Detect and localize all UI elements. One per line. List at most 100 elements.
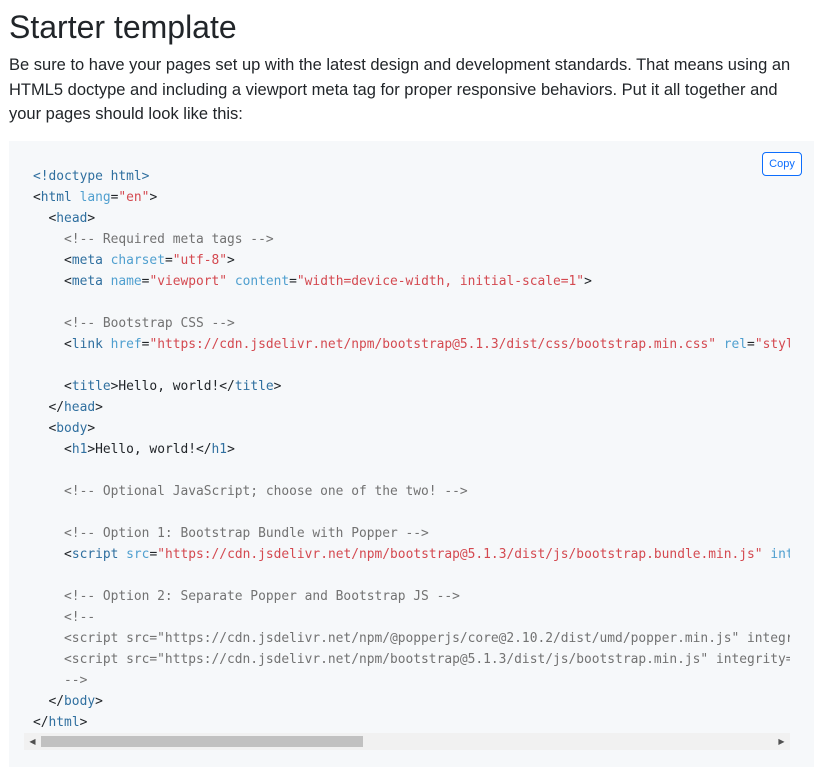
code-line: --> xyxy=(33,670,790,691)
code-token: < xyxy=(33,379,72,394)
code-line: </body> xyxy=(33,691,790,712)
code-line: <script src="https://cdn.jsdelivr.net/np… xyxy=(33,649,790,670)
code-line: <meta name="viewport" content="width=dev… xyxy=(33,271,790,292)
code-token: body xyxy=(64,694,96,709)
code-token: = xyxy=(289,274,297,289)
code-token: meta xyxy=(71,274,103,289)
code-line: <!-- Optional JavaScript; choose one of … xyxy=(33,481,790,502)
code-token: </ xyxy=(33,694,65,709)
code-token: "width=device-width, initial-scale=1" xyxy=(296,274,585,289)
code-line: <!-- Option 1: Bootstrap Bundle with Pop… xyxy=(33,523,790,544)
code-line: <!-- Required meta tags --> xyxy=(33,229,790,250)
code-token: <!-- Option 1: Bootstrap Bundle with Pop… xyxy=(33,526,429,541)
code-token: link xyxy=(71,337,103,352)
code-token: <!-- Optional JavaScript; choose one of … xyxy=(33,484,468,499)
code-token: h1 xyxy=(71,442,88,457)
code-token: integrity xyxy=(770,547,790,562)
code-token: body xyxy=(56,421,88,436)
code-token: "viewport" xyxy=(149,274,228,289)
code-token: < xyxy=(33,421,57,436)
code-token: <!doctype html> xyxy=(33,169,150,184)
code-token: "https://cdn.jsdelivr.net/npm/bootstrap@… xyxy=(149,337,716,352)
code-token: html xyxy=(48,715,80,730)
code-token: > xyxy=(584,274,592,289)
horizontal-scrollbar[interactable]: ◀ ▶ xyxy=(24,733,790,750)
code-token: > xyxy=(227,253,235,268)
code-token: --> xyxy=(33,673,88,688)
code-token: > xyxy=(95,400,103,415)
code-token: h1 xyxy=(211,442,228,457)
code-token: title xyxy=(234,379,274,394)
code-token: > xyxy=(273,379,282,394)
code-line: <script src="https://cdn.jsdelivr.net/np… xyxy=(33,544,790,565)
scroll-left-icon[interactable]: ◀ xyxy=(24,733,41,750)
scroll-right-icon[interactable]: ▶ xyxy=(773,733,790,750)
code-token: charset xyxy=(110,253,165,268)
code-line: </html> xyxy=(33,712,790,733)
code-token: > xyxy=(87,421,96,436)
code-scroll-area[interactable]: <!doctype html> <html lang="en"> <head> <… xyxy=(33,166,790,736)
code-line: <link href = "https://cdn.jsdelivr.net/npm… xyxy=(33,334,790,355)
code-token: content xyxy=(234,274,290,289)
code-token: > xyxy=(227,442,235,457)
code-token: = xyxy=(747,337,755,352)
code-token: html xyxy=(40,190,72,205)
code-token: </ xyxy=(33,400,65,415)
code-token: < xyxy=(33,442,72,457)
code-token: head xyxy=(56,211,88,226)
code-token: > xyxy=(149,190,158,205)
code-token: > xyxy=(95,694,103,709)
page-title: Starter template xyxy=(9,9,237,45)
code-line: <!-- Bootstrap CSS --> xyxy=(33,313,790,334)
code-token: "utf-8" xyxy=(172,253,228,268)
code-token: >Hello, world!</ xyxy=(87,442,212,457)
code-line: <title>Hello, world!</title> xyxy=(33,376,790,397)
code-token: </ xyxy=(33,715,49,730)
code-token: < xyxy=(33,253,72,268)
code-line: </head> xyxy=(33,397,790,418)
code-block: Copy <!doctype html> <html lang="en"> <he… xyxy=(9,141,814,767)
code-token: <script src="https://cdn.jsdelivr.net/np… xyxy=(33,631,790,646)
code-line: <h1>Hello, world!</h1> xyxy=(33,439,790,460)
code-token: head xyxy=(64,400,96,415)
code-token: = xyxy=(164,253,173,268)
code-line: <!doctype html> xyxy=(33,166,790,187)
code-token: meta xyxy=(71,253,103,268)
scrollbar-thumb[interactable] xyxy=(41,736,363,747)
code-line: <html lang="en"> xyxy=(33,187,790,208)
code-line: <!-- xyxy=(33,607,790,628)
code-listing: <!doctype html> <html lang="en"> <head> <… xyxy=(33,166,790,733)
code-token: <!-- Required meta tags --> xyxy=(33,232,274,247)
code-token: <script src="https://cdn.jsdelivr.net/np… xyxy=(33,652,790,667)
code-token: "stylesheet" xyxy=(754,337,790,352)
code-token: lang xyxy=(79,190,111,205)
code-line: <!-- Option 2: Separate Popper and Boots… xyxy=(33,586,790,607)
code-token: < xyxy=(33,211,57,226)
code-line: <script src="https://cdn.jsdelivr.net/np… xyxy=(33,628,790,649)
code-token: < xyxy=(33,547,72,562)
code-token: title xyxy=(71,379,111,394)
intro-paragraph: Be sure to have your pages set up with t… xyxy=(9,56,791,123)
code-token: name xyxy=(110,274,142,289)
code-token: <!-- Option 2: Separate Popper and Boots… xyxy=(33,589,460,604)
code-token: "en" xyxy=(118,190,150,205)
code-token: >Hello, world!</ xyxy=(110,379,235,394)
code-token: < xyxy=(33,190,41,205)
code-line: <head> xyxy=(33,208,790,229)
code-token: < xyxy=(33,337,72,352)
code-token: "https://cdn.jsdelivr.net/npm/bootstrap@… xyxy=(157,547,763,562)
code-token: < xyxy=(33,274,72,289)
code-token: src xyxy=(126,547,150,562)
page: Starter template Be sure to have your pa… xyxy=(0,0,833,767)
